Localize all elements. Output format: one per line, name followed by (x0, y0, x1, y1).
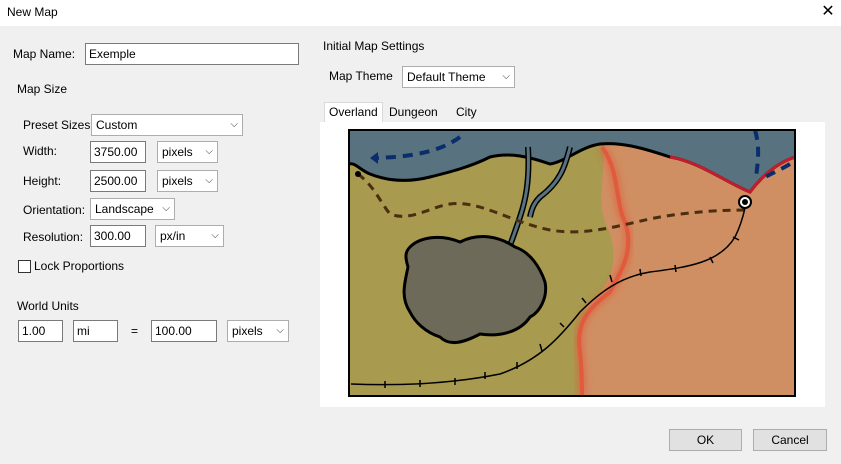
world-units-value-input[interactable]: 1.00 (18, 320, 63, 342)
equals-sign: = (131, 324, 139, 338)
preset-sizes-value: Custom (96, 118, 138, 132)
resolution-unit-select[interactable]: px/in ⌵ (155, 225, 224, 247)
map-preview-panel (320, 122, 825, 407)
world-units-section-label: World Units (17, 299, 79, 313)
orientation-value: Landscape (95, 202, 154, 216)
orientation-select[interactable]: Landscape ⌵ (90, 198, 175, 220)
window-title: New Map (7, 5, 58, 19)
chevron-down-icon: ⌵ (230, 119, 238, 130)
map-name-input[interactable]: Exemple (85, 43, 299, 65)
lock-proportions-checkbox[interactable] (18, 260, 31, 273)
preset-sizes-select[interactable]: Custom ⌵ (91, 114, 243, 136)
height-label: Height: (23, 174, 62, 188)
world-units-pixels-unit-value: pixels (232, 324, 263, 338)
cancel-button[interactable]: Cancel (753, 429, 827, 451)
chevron-down-icon: ⌵ (276, 325, 284, 336)
orientation-label: Orientation: (23, 203, 86, 217)
lock-proportions-label: Lock Proportions (34, 259, 125, 273)
world-units-unit-input[interactable]: mi (73, 320, 118, 342)
tab-dungeon[interactable]: Dungeon (385, 103, 442, 121)
map-theme-value: Default Theme (407, 70, 486, 84)
ok-button[interactable]: OK (669, 429, 742, 451)
height-unit-select[interactable]: pixels ⌵ (157, 170, 218, 192)
tab-overland[interactable]: Overland (324, 102, 383, 123)
map-theme-select[interactable]: Default Theme ⌵ (402, 66, 515, 88)
chevron-down-icon: ⌵ (205, 175, 213, 186)
width-input[interactable]: 3750.00 (90, 141, 146, 163)
preset-sizes-label: Preset Sizes: (23, 118, 94, 132)
map-theme-label: Map Theme (329, 69, 393, 83)
resolution-unit-value: px/in (160, 229, 186, 243)
map-name-label: Map Name: (13, 47, 76, 61)
chevron-down-icon: ⌵ (211, 230, 219, 241)
title-bar (0, 0, 841, 26)
width-label: Width: (23, 144, 58, 158)
world-units-pixels-unit-select[interactable]: pixels ⌵ (227, 320, 289, 342)
chevron-down-icon: ⌵ (162, 203, 170, 214)
chevron-down-icon: ⌵ (205, 146, 213, 157)
chevron-down-icon: ⌵ (502, 71, 510, 82)
height-input[interactable]: 2500.00 (90, 170, 146, 192)
height-unit-value: pixels (162, 174, 193, 188)
resolution-label: Resolution: (23, 230, 84, 244)
width-unit-select[interactable]: pixels ⌵ (157, 141, 218, 163)
tab-city[interactable]: City (452, 103, 481, 121)
resolution-input[interactable]: 300.00 (90, 225, 146, 247)
world-units-pixels-input[interactable]: 100.00 (151, 320, 217, 342)
map-size-section-label: Map Size (17, 82, 68, 96)
width-unit-value: pixels (162, 145, 193, 159)
close-icon[interactable]: ✕ (818, 2, 838, 22)
initial-settings-section-label: Initial Map Settings (323, 39, 425, 53)
map-preview-image (348, 129, 796, 397)
